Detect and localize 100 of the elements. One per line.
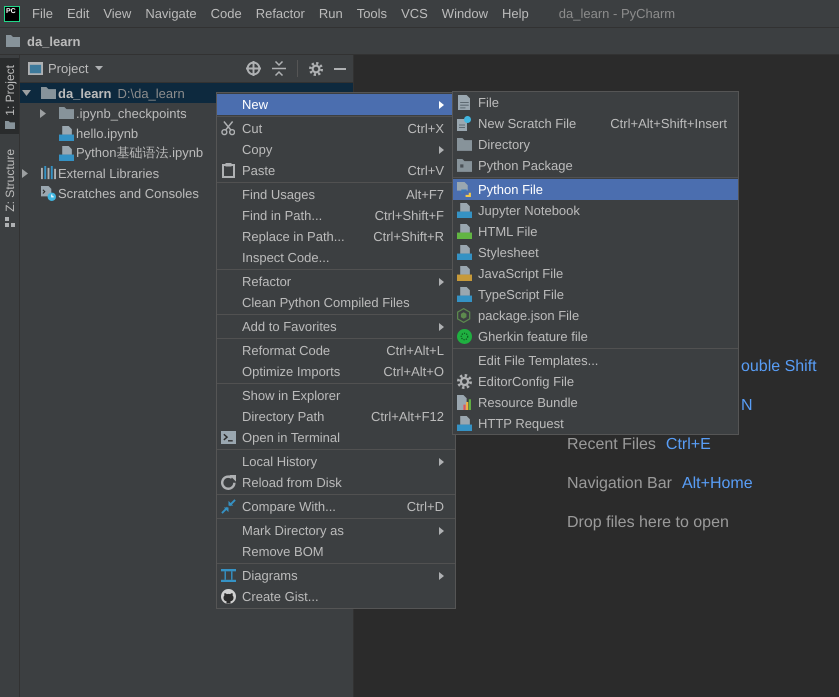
submenu-item[interactable]: Resource Bundle	[453, 392, 738, 413]
submenu-item[interactable]: New Scratch File Ctrl+Alt+Shift+Insert	[453, 113, 738, 134]
tool-window-tab[interactable]: 1: Project	[0, 58, 19, 134]
caret-down-icon	[95, 66, 104, 71]
context-menu-item[interactable]: Open in Terminal	[217, 427, 455, 448]
menu-bar-item[interactable]: Help	[495, 0, 536, 27]
scratch-file-icon	[457, 116, 471, 131]
submenu-item[interactable]: HTML File	[453, 221, 738, 242]
context-menu-item[interactable]: Replace in Path... Ctrl+Shift+R	[217, 226, 455, 247]
context-menu-item[interactable]: Create Gist...	[217, 586, 455, 607]
shortcut-text: Ctrl+Alt+O	[383, 364, 444, 379]
context-menu-item[interactable]: Refactor	[217, 271, 455, 292]
bar-chart-file-icon	[457, 395, 471, 410]
shortcut-text: Ctrl+Shift+F	[374, 208, 444, 223]
context-menu-item[interactable]: New	[217, 94, 455, 115]
context-menu-item[interactable]: Add to Favorites	[217, 316, 455, 337]
html-file-icon	[456, 224, 472, 239]
context-menu-item[interactable]: Inspect Code...	[217, 247, 455, 268]
context-menu-item[interactable]: Reformat Code Ctrl+Alt+L	[217, 340, 455, 361]
submenu-item[interactable]: HTTP Request	[453, 413, 738, 434]
menu-bar-item[interactable]: Window	[434, 0, 496, 27]
shortcut-text: Ctrl+Alt+L	[386, 343, 444, 358]
typescript-file-icon	[456, 287, 472, 302]
tool-window-tab[interactable]: Z: Structure	[0, 142, 19, 232]
view-dropdown[interactable]: Project	[28, 61, 104, 76]
diagram-icon	[220, 568, 236, 582]
submenu-item[interactable]: Jupyter Notebook	[453, 200, 738, 221]
submenu-item[interactable]: package.json File	[453, 305, 738, 326]
context-menu-item[interactable]: Local History	[217, 451, 455, 472]
menu-bar-item[interactable]: View	[96, 0, 138, 27]
hint-label: Navigation Bar	[567, 476, 672, 492]
context-menu-item[interactable]: Diagrams	[217, 565, 455, 586]
shortcut-text: Alt+Home	[682, 476, 753, 492]
submenu-item[interactable]: EditorConfig File	[453, 371, 738, 392]
folder-icon	[6, 35, 20, 47]
window-title: da_learn - PyCharm	[558, 6, 676, 21]
context-menu-item[interactable]: Clean Python Compiled Files	[217, 292, 455, 313]
hint-label: Recent Files	[567, 436, 656, 452]
scissors-icon	[220, 121, 236, 136]
context-menu-item[interactable]: Reload from Disk	[217, 472, 455, 493]
caret-right-icon[interactable]	[22, 168, 28, 178]
context-menu-item[interactable]: Copy	[217, 139, 455, 160]
python-file-icon	[457, 182, 471, 197]
context-menu-item[interactable]: Show in Explorer	[217, 385, 455, 406]
submenu-item[interactable]: Stylesheet	[453, 242, 738, 263]
gear-icon	[456, 374, 472, 389]
submenu-item[interactable]: JavaScript File	[453, 263, 738, 284]
package-folder-icon	[456, 159, 472, 172]
breadcrumb[interactable]: da_learn	[6, 34, 80, 48]
context-menu-item[interactable]: Find in Path... Ctrl+Shift+F	[217, 205, 455, 226]
submenu-item[interactable]: TypeScript File	[453, 284, 738, 305]
menu-bar-item[interactable]: Tools	[350, 0, 394, 27]
context-menu-item[interactable]: Find Usages Alt+F7	[217, 184, 455, 205]
compare-arrows-icon	[220, 499, 236, 514]
menu-bar-item[interactable]: Code	[204, 0, 249, 27]
context-menu-item[interactable]: Paste Ctrl+V	[217, 160, 455, 181]
context-menu-item[interactable]: Remove BOM	[217, 541, 455, 562]
context-menu-item[interactable]: Compare With... Ctrl+D	[217, 496, 455, 517]
context-menu-item[interactable]: Mark Directory as	[217, 520, 455, 541]
submenu-item[interactable]: File	[453, 92, 738, 113]
menu-bar-item[interactable]: VCS	[394, 0, 435, 27]
context-menu-item[interactable]: Optimize Imports Ctrl+Alt+O	[217, 361, 455, 382]
menu-bar-item[interactable]: Run	[312, 0, 350, 27]
scratch-clock-icon	[40, 186, 56, 200]
menu-bar-item[interactable]: File	[25, 0, 60, 27]
context-menu-item[interactable]: Cut Ctrl+X	[217, 118, 455, 139]
caret-down-icon[interactable]	[22, 90, 31, 96]
shortcut-text: Ctrl+Shift+R	[373, 229, 444, 244]
hexagon-icon	[457, 308, 471, 323]
menu-bar-item[interactable]: Edit	[60, 0, 96, 27]
submenu-item[interactable]: Edit File Templates...	[453, 350, 738, 371]
submenu-item[interactable]: Gherkin feature file	[453, 326, 738, 347]
collapse-all-icon[interactable]	[272, 61, 286, 76]
menu-bar-item[interactable]: Refactor	[248, 0, 312, 27]
shortcut-text: Ctrl+D	[406, 499, 444, 514]
github-icon	[220, 589, 236, 604]
settings-icon[interactable]	[309, 62, 323, 76]
shortcut-text: Ctrl+Alt+Shift+Insert	[610, 116, 727, 131]
shortcut-text: N	[741, 398, 753, 414]
submenu-item[interactable]: Directory	[453, 134, 738, 155]
menu-bar-item[interactable]: Navigate	[138, 0, 204, 27]
folder-icon	[40, 86, 56, 100]
caret-right-icon[interactable]	[40, 108, 46, 118]
reload-icon	[220, 475, 236, 490]
folder-icon	[456, 138, 472, 151]
window-icon	[28, 62, 43, 76]
context-menu-item[interactable]: Directory Path Ctrl+Alt+F12	[217, 406, 455, 427]
submenu-item[interactable]: Python File	[453, 179, 738, 200]
shortcut-text: Ctrl+Alt+F12	[371, 409, 444, 424]
submenu-item[interactable]: Python Package	[453, 155, 738, 176]
structure-icon	[4, 216, 14, 227]
file-icon	[458, 95, 470, 110]
shortcut-text: Ctrl+V	[408, 163, 444, 178]
minimize-icon[interactable]	[334, 68, 346, 70]
stylesheet-file-icon	[456, 245, 472, 260]
clipboard-icon	[222, 163, 234, 178]
crosshair-icon[interactable]	[246, 61, 261, 76]
cucumber-icon	[456, 329, 472, 344]
terminal-icon	[220, 430, 236, 444]
folder-icon	[58, 106, 74, 120]
